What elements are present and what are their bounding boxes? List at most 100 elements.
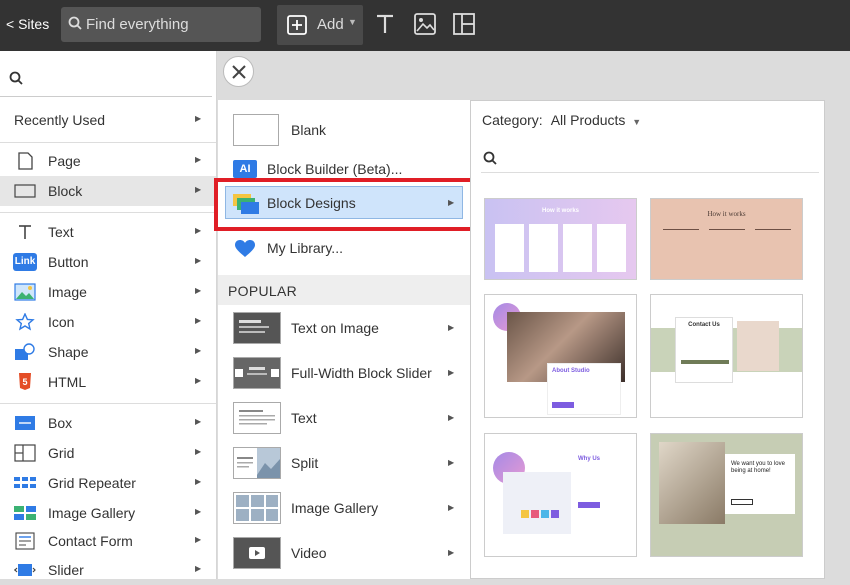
highlight-annotation-box (214, 178, 474, 231)
chevron-right-icon: ▶ (448, 458, 455, 467)
designs-search-input[interactable] (481, 143, 819, 173)
category-value: All Products (550, 112, 626, 128)
menu-item-grid-repeater[interactable]: Grid Repeater ▶ (0, 468, 216, 498)
star-icon (15, 313, 35, 331)
menu-item-block[interactable]: Block ▶ (0, 176, 216, 206)
home-photo (659, 442, 725, 524)
menu-item-label: Image Gallery (48, 505, 136, 521)
menu-item-recently-used[interactable]: Recently Used ▶ (0, 105, 216, 135)
sites-link[interactable]: < Sites (6, 16, 49, 32)
menu-item-label: Shape (48, 344, 89, 360)
submenu-item-label: Text (291, 410, 317, 426)
menu-item-label: Contact Form (48, 533, 133, 549)
link-button-icon: Link (13, 253, 37, 271)
chevron-right-icon: ▶ (195, 447, 202, 456)
block-submenu: Blank AI Block Builder (Beta)... My Libr… (218, 100, 470, 579)
top-toolbar: < Sites Find everything Add ▼ (0, 0, 850, 51)
submenu-item-label: Text on Image (291, 320, 379, 336)
submenu-item-text[interactable]: Text ▶ (218, 399, 470, 439)
block-icon (14, 184, 36, 198)
slider-icon (14, 564, 36, 576)
search-input[interactable]: Find everything (61, 7, 261, 42)
submenu-item-label: Image Gallery (291, 500, 379, 516)
form-icon (15, 532, 35, 550)
submenu-item-label: Video (291, 545, 327, 561)
menu-search-input[interactable] (0, 57, 212, 97)
text-tool-icon[interactable] (375, 13, 395, 35)
submenu-item-full-width-slider[interactable]: Full-Width Block Slider ▶ (218, 354, 470, 394)
card-button (731, 499, 753, 505)
card-step (563, 224, 592, 272)
submenu-item-text-on-image[interactable]: Text on Image ▶ (218, 309, 470, 349)
card-button (578, 502, 600, 508)
card-step (495, 224, 524, 272)
menu-item-label: Icon (48, 314, 75, 330)
submenu-item-label: Split (291, 455, 319, 471)
blank-thumbnail (233, 114, 279, 146)
chevron-right-icon: ▶ (195, 535, 202, 544)
submenu-item-label: My Library... (267, 240, 343, 256)
chevron-right-icon: ▶ (448, 413, 455, 422)
chevron-right-icon: ▶ (195, 346, 202, 355)
menu-item-contact-form[interactable]: Contact Form ▶ (0, 526, 216, 556)
card-step (663, 229, 699, 257)
menu-item-text[interactable]: Text ▶ (0, 217, 216, 247)
search-placeholder: Find everything (86, 16, 189, 33)
chevron-right-icon: ▶ (195, 286, 202, 295)
gallery-icon (14, 506, 36, 520)
text-card: We want you to love being at home! (725, 454, 795, 514)
submenu-item-video[interactable]: Video ▶ (218, 534, 470, 574)
split-thumbnail (233, 447, 281, 479)
menu-item-label: Box (48, 415, 73, 431)
design-card-love-home[interactable]: We want you to love being at home! (650, 433, 803, 557)
close-button[interactable] (223, 56, 254, 87)
heart-icon (235, 240, 255, 257)
search-icon (9, 71, 23, 85)
chevron-right-icon: ▶ (195, 155, 202, 164)
image-tool-icon[interactable] (414, 13, 436, 35)
category-select[interactable]: Category: All Products ▼ (482, 112, 641, 128)
menu-item-page[interactable]: Page ▶ (0, 146, 216, 176)
design-card-how-it-works-tan[interactable]: How it works (650, 198, 803, 280)
layout-tool-icon[interactable] (453, 13, 475, 35)
chevron-right-icon: ▶ (195, 256, 202, 265)
menu-item-image-gallery[interactable]: Image Gallery ▶ (0, 498, 216, 528)
chevron-right-icon: ▶ (195, 316, 202, 325)
menu-item-html[interactable]: 5 HTML ▶ (0, 367, 216, 397)
design-card-how-it-works-purple[interactable]: How it works (484, 198, 637, 280)
chevron-right-icon: ▶ (195, 564, 202, 573)
submenu-item-split[interactable]: Split ▶ (218, 444, 470, 484)
menu-item-grid[interactable]: Grid ▶ (0, 438, 216, 468)
menu-item-box[interactable]: Box ▶ (0, 408, 216, 438)
menu-item-label: Text (48, 224, 74, 240)
menu-item-slider[interactable]: Slider ▶ (0, 555, 216, 585)
menu-item-icon[interactable]: Icon ▶ (0, 307, 216, 337)
text-on-image-thumbnail (233, 312, 281, 344)
design-card-about-studio[interactable]: About Studio (484, 294, 637, 418)
submenu-item-label: Block Builder (Beta)... (267, 161, 403, 177)
card-heading: Contact Us (688, 322, 720, 328)
add-label: Add (317, 16, 344, 33)
chevron-down-icon: ▼ (632, 117, 642, 127)
chevron-right-icon: ▶ (195, 507, 202, 516)
submenu-item-blank[interactable]: Blank (218, 110, 470, 150)
menu-item-image[interactable]: Image ▶ (0, 277, 216, 307)
close-icon (232, 65, 246, 79)
submenu-item-image-gallery[interactable]: Image Gallery ▶ (218, 489, 470, 529)
popular-header: POPULAR (218, 275, 470, 305)
plant-photo (737, 321, 779, 371)
menu-item-shape[interactable]: Shape ▶ (0, 337, 216, 367)
menu-item-button[interactable]: Link Button ▶ (0, 247, 216, 277)
add-button[interactable]: Add ▼ (277, 5, 363, 45)
chevron-right-icon: ▶ (195, 376, 202, 385)
submenu-item-my-library[interactable]: My Library... (218, 238, 470, 278)
design-card-why-us[interactable]: Why Us (484, 433, 637, 557)
design-card-contact-us[interactable]: Contact Us (650, 294, 803, 418)
menu-item-label: Block (48, 183, 83, 199)
chevron-right-icon: ▶ (448, 548, 455, 557)
search-icon (483, 151, 497, 165)
chevron-right-icon: ▶ (195, 477, 202, 486)
chevron-down-icon: ▼ (348, 17, 357, 27)
chevron-right-icon: ▶ (195, 417, 202, 426)
page-icon (18, 152, 33, 170)
